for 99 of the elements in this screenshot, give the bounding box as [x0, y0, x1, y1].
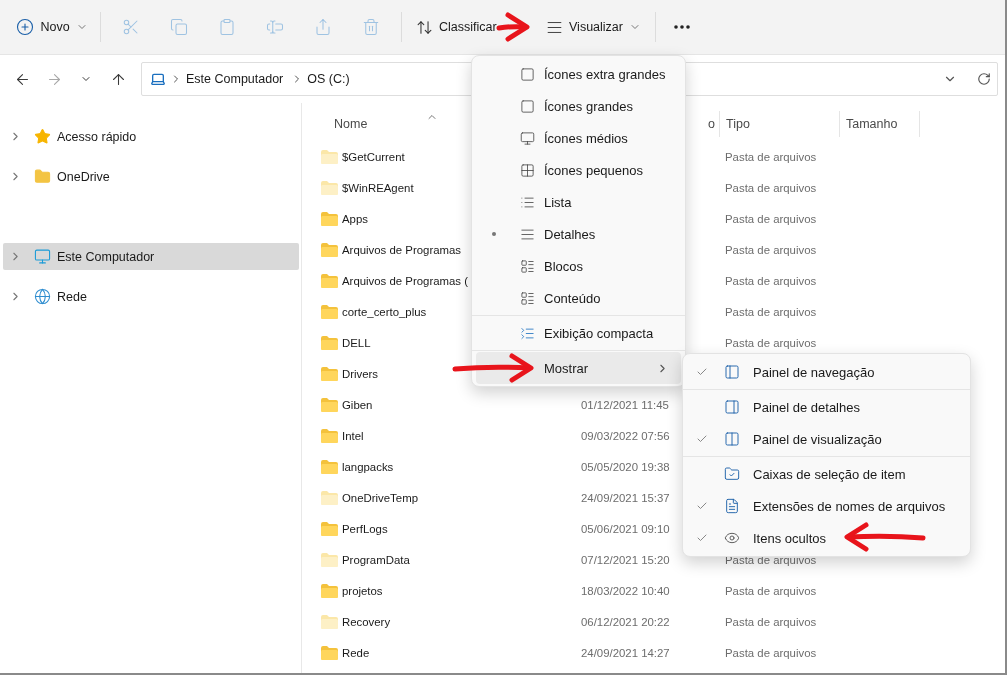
list-icon — [519, 194, 535, 210]
type-cell: Pasta de arquivos — [725, 305, 817, 318]
type-cell: Pasta de arquivos — [725, 274, 817, 287]
menu-item[interactable]: Ícones médios — [476, 122, 681, 154]
menu-item[interactable]: Ícones extra grandes — [476, 58, 681, 90]
sidebar-item[interactable]: Rede — [3, 283, 299, 310]
type-cell: Pasta de arquivos — [725, 150, 817, 163]
check-icon — [696, 366, 708, 378]
lines-icon — [519, 226, 535, 242]
share-icon — [314, 18, 332, 36]
menu-item[interactable]: Exibição compacta — [476, 317, 681, 349]
menu-item[interactable]: Conteúdo — [476, 282, 681, 314]
menu-item[interactable]: Ícones grandes — [476, 90, 681, 122]
column-header[interactable]: Nome — [334, 117, 368, 131]
square-icon — [519, 98, 535, 114]
type-cell: Pasta de arquivos — [725, 212, 817, 225]
menu-item[interactable]: Blocos — [476, 250, 681, 282]
date-cell: 06/12/2021 20:22 — [581, 615, 670, 628]
file-name[interactable]: Giben — [342, 398, 373, 411]
globe-icon — [34, 288, 51, 305]
content-icon — [519, 290, 535, 306]
type-cell: Pasta de arquivos — [725, 181, 817, 194]
new-button[interactable]: Novo — [10, 9, 94, 45]
panel-icon — [724, 431, 740, 447]
eye-icon — [724, 530, 740, 546]
date-cell: 09/03/2022 07:56 — [581, 429, 670, 442]
sidebar-item[interactable]: OneDrive — [3, 163, 299, 190]
date-cell: 05/06/2021 09:10 — [581, 522, 670, 535]
sidebar-item[interactable]: Acesso rápido — [3, 123, 299, 150]
column-header[interactable]: o — [708, 117, 715, 131]
check-icon — [696, 532, 708, 544]
sidebar-item[interactable]: Este Computador — [3, 243, 299, 270]
view-button[interactable]: Visualizar — [538, 9, 649, 45]
file-name[interactable]: corte_certo_plus — [342, 305, 427, 318]
type-cell: Pasta de arquivos — [725, 243, 817, 256]
file-name[interactable]: Drivers — [342, 367, 379, 380]
file-name[interactable]: projetos — [342, 584, 383, 597]
menu-item[interactable]: Ícones pequenos — [476, 154, 681, 186]
date-cell: 24/09/2021 14:27 — [581, 646, 670, 659]
date-cell: 05/05/2020 19:38 — [581, 460, 670, 473]
date-cell: 07/12/2021 15:20 — [581, 553, 670, 566]
menu-item[interactable]: Itens ocultos — [687, 522, 966, 554]
menu-item[interactable]: Painel de navegação — [687, 356, 966, 388]
column-header[interactable]: Tamanho — [846, 117, 898, 131]
folder-check-icon — [724, 466, 740, 482]
date-cell: 01/12/2021 11:45 — [581, 398, 669, 411]
file-icon — [724, 498, 740, 514]
clipboard-icon — [218, 18, 236, 36]
column-header[interactable]: Tipo — [726, 117, 750, 131]
type-cell: Pasta de arquivos — [725, 615, 817, 628]
type-cell: Pasta de arquivos — [725, 646, 817, 659]
menu-item[interactable]: Painel de visualização — [687, 423, 966, 455]
file-name[interactable]: Apps — [342, 212, 368, 225]
menu-item[interactable]: Caixas de seleção de item — [687, 458, 966, 490]
grid-icon — [519, 162, 535, 178]
check-icon — [696, 500, 708, 512]
file-name[interactable]: Intel — [342, 429, 364, 442]
scissors-icon — [122, 18, 140, 36]
file-name[interactable]: Rede — [342, 646, 370, 659]
check-icon — [696, 433, 708, 445]
sort-button[interactable]: Classificar — [408, 9, 530, 45]
panel-icon — [724, 399, 740, 415]
file-name[interactable]: PerfLogs — [342, 522, 388, 535]
type-cell: Pasta de arquivos — [725, 584, 817, 597]
menu-item[interactable]: Painel de detalhes — [687, 391, 966, 423]
star-icon — [34, 128, 51, 145]
file-name[interactable]: $GetCurrent — [342, 150, 405, 163]
panel-icon — [724, 364, 740, 380]
monitor-icon — [34, 248, 51, 265]
file-name[interactable]: OneDriveTemp — [342, 491, 418, 504]
breadcrumb[interactable]: OS (C:) — [303, 72, 354, 86]
folder-icon — [34, 168, 51, 185]
trash-icon — [362, 18, 380, 36]
tiles-icon — [519, 258, 535, 274]
file-name[interactable]: langpacks — [342, 460, 394, 473]
file-name[interactable]: Recovery — [342, 615, 391, 628]
refresh-icon[interactable] — [977, 72, 991, 86]
menu-item[interactable]: Extensões de nomes de arquivos — [687, 490, 966, 522]
computer-icon — [150, 71, 166, 87]
type-cell: Pasta de arquivos — [725, 336, 817, 349]
monitor-icon — [519, 130, 535, 146]
more-icon — [673, 25, 690, 29]
copy-icon — [170, 18, 188, 36]
menu-item[interactable]: Lista — [476, 186, 681, 218]
compact-icon — [519, 325, 535, 341]
rename-icon — [266, 18, 284, 36]
file-name[interactable]: Arquivos de Programas — [342, 243, 462, 256]
menu-item[interactable]: Mostrar — [476, 352, 681, 384]
file-name[interactable]: Arquivos de Programas ( — [342, 274, 468, 287]
plus-icon — [16, 18, 35, 36]
sort-icon — [416, 18, 433, 36]
breadcrumb[interactable]: Este Computador — [182, 72, 288, 86]
square-icon — [519, 66, 535, 82]
menu-item[interactable]: Detalhes — [476, 218, 681, 250]
date-cell: 18/03/2022 10:40 — [581, 584, 670, 597]
file-name[interactable]: DELL — [342, 336, 371, 349]
file-name[interactable]: ProgramData — [342, 553, 410, 566]
file-name[interactable]: $WinREAgent — [342, 181, 414, 194]
date-cell: 24/09/2021 15:37 — [581, 491, 670, 504]
